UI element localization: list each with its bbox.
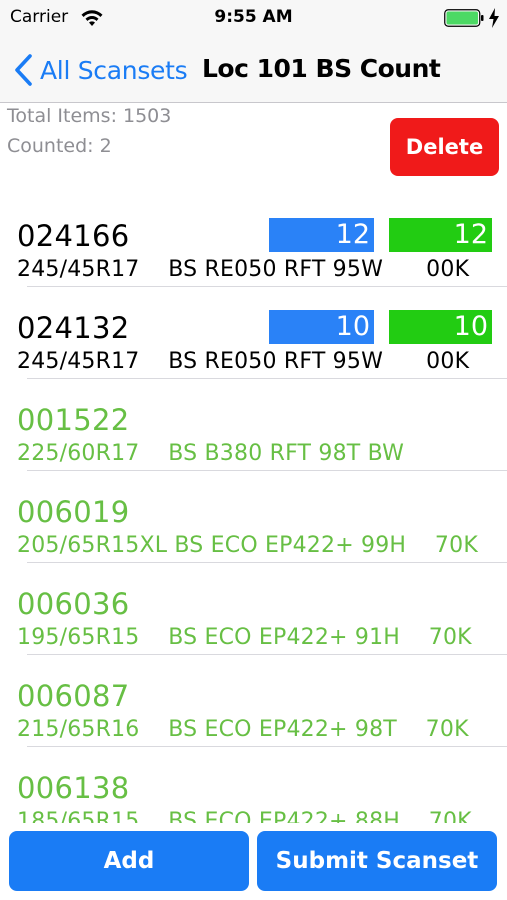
delete-button[interactable]: Delete bbox=[390, 118, 499, 176]
list-item[interactable]: 001522 225/60R17 BS B380 RFT 98T BW bbox=[0, 379, 507, 471]
clock: 9:55 AM bbox=[214, 7, 293, 27]
item-description: 245/45R17 BS RE050 RFT 95W 00K bbox=[17, 349, 470, 374]
item-description: 205/65R15XL BS ECO EP422+ 99H 70K bbox=[17, 533, 478, 558]
item-code: 006036 bbox=[17, 587, 130, 621]
item-description: 215/65R16 BS ECO EP422+ 98T 70K bbox=[17, 717, 469, 742]
item-list[interactable]: 024166 245/45R17 BS RE050 RFT 95W 00K 12 12… bbox=[0, 195, 507, 823]
item-code: 006138 bbox=[17, 771, 130, 805]
item-code: 006087 bbox=[17, 679, 130, 713]
item-description: 245/45R17 BS RE050 RFT 95W 00K bbox=[17, 257, 470, 282]
charging-bolt-icon bbox=[489, 8, 499, 28]
list-item[interactable]: 024132 245/45R17 BS RE050 RFT 95W 00K 10 10 bbox=[0, 287, 507, 379]
add-button[interactable]: Add bbox=[9, 831, 249, 891]
list-item[interactable]: 006036 195/65R15 BS ECO EP422+ 91H 70K bbox=[0, 563, 507, 655]
list-item[interactable]: 006138 185/65R15 BS ECO EP422+ 88H 70K bbox=[0, 747, 507, 823]
item-description: 185/65R15 BS ECO EP422+ 88H 70K bbox=[17, 809, 472, 823]
page-title: Loc 101 BS Count bbox=[202, 54, 441, 83]
expected-count-badge: 10 bbox=[269, 310, 374, 344]
list-item[interactable]: 024166 245/45R17 BS RE050 RFT 95W 00K 12 12 bbox=[0, 195, 507, 287]
item-description: 225/60R17 BS B380 RFT 98T BW bbox=[17, 441, 405, 466]
back-button-label: All Scansets bbox=[40, 55, 188, 85]
scanset-summary: Total Items: 1503 Counted: 2 Delete bbox=[0, 103, 507, 195]
battery-icon bbox=[444, 9, 484, 27]
scanned-count-badge: 10 bbox=[389, 310, 492, 344]
list-item[interactable]: 006019 205/65R15XL BS ECO EP422+ 99H 70K bbox=[0, 471, 507, 563]
item-description: 195/65R15 BS ECO EP422+ 91H 70K bbox=[17, 625, 472, 650]
item-code: 024166 bbox=[17, 219, 130, 253]
item-code: 024132 bbox=[17, 311, 130, 345]
list-item[interactable]: 006087 215/65R16 BS ECO EP422+ 98T 70K bbox=[0, 655, 507, 747]
item-code: 001522 bbox=[17, 403, 130, 437]
status-bar: Carrier 9:55 AM bbox=[0, 0, 507, 38]
bottom-toolbar: Add Submit Scanset bbox=[0, 823, 507, 900]
submit-scanset-button[interactable]: Submit Scanset bbox=[257, 831, 497, 891]
item-code: 006019 bbox=[17, 495, 130, 529]
chevron-left-icon bbox=[15, 54, 32, 86]
expected-count-badge: 12 bbox=[269, 218, 374, 252]
navigation-bar: All Scansets Loc 101 BS Count bbox=[0, 38, 507, 103]
counted-label: Counted: 2 bbox=[7, 135, 112, 157]
back-button[interactable]: All Scansets bbox=[12, 52, 188, 88]
scanned-count-badge: 12 bbox=[389, 218, 492, 252]
total-items-label: Total Items: 1503 bbox=[7, 105, 172, 127]
